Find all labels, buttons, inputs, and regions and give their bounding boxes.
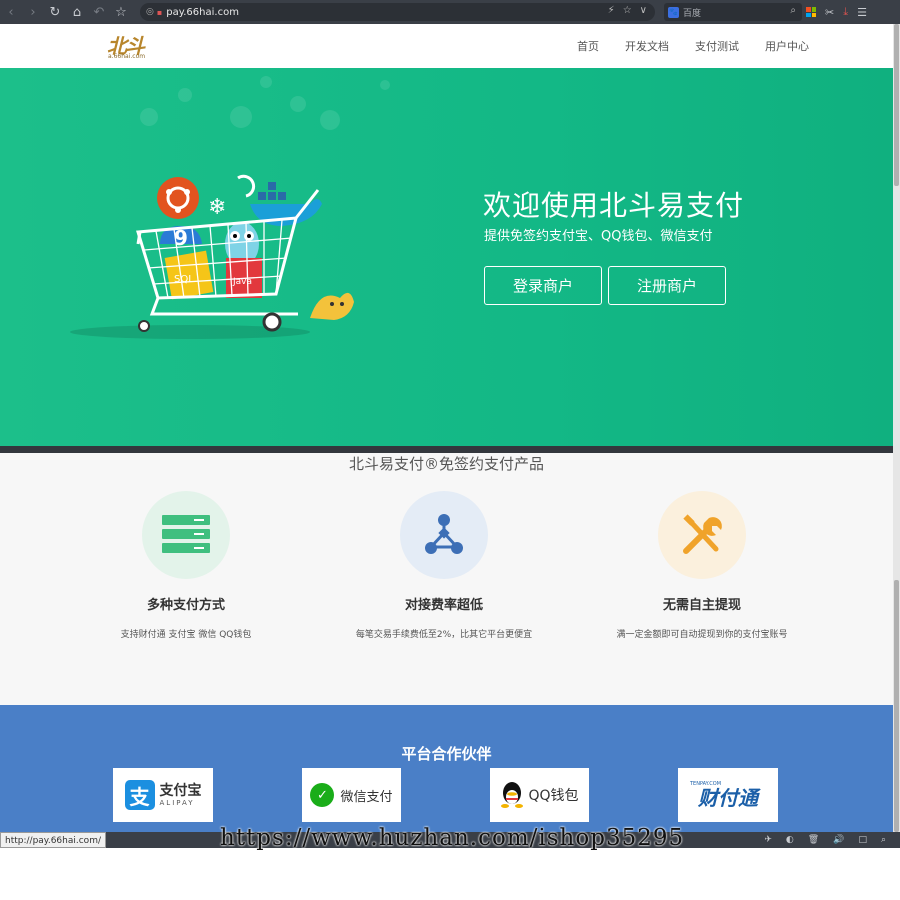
search-input[interactable]: 百度 — [683, 6, 701, 19]
status-url: http://pay.66hai.com/ — [0, 832, 106, 848]
menu-icon[interactable]: ☰ — [857, 6, 867, 19]
partner-qq-wallet-logo[interactable]: QQ钱包 — [490, 768, 589, 822]
feature-desc: 每笔交易手续费低至2%，比其它平台更便宜 — [355, 630, 533, 640]
wechat-icon: ✓ — [310, 783, 335, 807]
nav-docs[interactable]: 开发文档 — [625, 38, 669, 54]
hero-banner: ❄ 9 SQL Java 欢迎使用北斗易支付 提供免签约支付宝、QQ钱包、微信支… — [0, 68, 893, 446]
lightning-icon[interactable]: ⚡ — [608, 5, 615, 16]
feature-title: 无需自主提现 — [662, 598, 741, 613]
login-merchant-button[interactable]: 登录商户 — [484, 266, 602, 305]
apps-grid-icon[interactable] — [806, 7, 816, 17]
scrollbar-thumb[interactable] — [894, 24, 899, 186]
zoom-icon[interactable]: ⌕ — [881, 835, 886, 845]
scissors-icon[interactable]: ✂ — [825, 6, 834, 19]
alipay-icon: 支 — [124, 780, 155, 810]
products-title: 北斗易支付®免签约支付产品 — [348, 455, 544, 473]
decor-dot — [290, 96, 306, 112]
partners-section: 平台合作伙伴 支 支付宝 ALIPAY ✓ 微信支付 QQ钱包 TENPAY.C… — [0, 705, 893, 832]
forward-icon[interactable]: › — [22, 0, 44, 24]
feature-payment-methods: 多种支付方式 支持财付通 支付宝 微信 QQ钱包 — [66, 491, 306, 640]
favorite-star-icon[interactable]: ☆ — [623, 5, 632, 16]
address-text[interactable]: pay.66hai.com — [166, 7, 239, 18]
logo-subtext: a.66hai.com — [108, 53, 146, 60]
decor-dot — [260, 76, 272, 88]
site-logo[interactable]: 北斗 a.66hai.com — [107, 30, 157, 62]
nav-home[interactable]: 首页 — [577, 38, 599, 54]
reload-icon[interactable]: ↻ — [44, 0, 66, 24]
partner-name: 支付宝 — [159, 783, 202, 799]
decor-dot — [380, 80, 390, 90]
shopping-cart-illustration: ❄ 9 SQL Java — [70, 174, 354, 339]
dropdown-icon[interactable]: ∨ — [640, 5, 647, 16]
site-flag-icon: ▪ — [156, 7, 163, 17]
browser-toolbar: ‹ › ↻ ⌂ ↶ ☆ ◎ ▪ pay.66hai.com ⚡ ☆ ∨ 🐾 百度… — [0, 0, 900, 24]
decor-dot — [178, 88, 192, 102]
undo-icon[interactable]: ↶ — [88, 0, 110, 24]
speaker-icon[interactable]: 🔊 — [833, 835, 844, 845]
decor-dot — [140, 108, 158, 126]
feature-low-fee: 对接费率超低 每笔交易手续费低至2%，比其它平台更便宜 — [324, 491, 564, 640]
hero-title: 欢迎使用北斗易支付 — [483, 189, 745, 222]
watermark-text: https://www.huzhan.com/ishop35295 — [220, 825, 685, 851]
baidu-engine-icon[interactable]: 🐾 — [668, 6, 679, 18]
home-icon[interactable]: ⌂ — [66, 0, 88, 24]
partner-sub: ALIPAY — [159, 799, 195, 807]
partners-title: 平台合作伙伴 — [401, 745, 492, 763]
nav-pay-test[interactable]: 支付测试 — [695, 38, 739, 54]
qq-penguin-icon — [501, 782, 524, 808]
site-header: 北斗 a.66hai.com 首页 开发文档 支付测试 用户中心 — [0, 24, 893, 68]
window-icon[interactable]: □ — [858, 835, 867, 845]
decor-dot — [320, 110, 340, 130]
main-nav: 首页 开发文档 支付测试 用户中心 — [577, 24, 809, 68]
tools-icon — [658, 491, 746, 579]
address-bar[interactable]: ◎ ▪ pay.66hai.com ⚡ ☆ ∨ — [140, 3, 655, 21]
search-box[interactable]: 🐾 百度 ⌕ — [664, 3, 802, 21]
trash-icon[interactable]: 🗑 — [808, 835, 819, 845]
feature-auto-withdraw: 无需自主提现 满一定金额即可自动提现到你的支付宝账号 — [582, 491, 822, 640]
decor-dot — [230, 106, 252, 128]
partner-name: 微信支付 — [340, 789, 393, 805]
network-nodes-icon — [400, 491, 488, 579]
partner-tenpay-logo[interactable]: TENPAY.COM 财付通 — [678, 768, 778, 822]
feature-desc: 满一定金额即可自动提现到你的支付宝账号 — [616, 630, 788, 640]
feature-desc: 支持财付通 支付宝 微信 QQ钱包 — [120, 630, 252, 640]
hero-subtitle: 提供免签约支付宝、QQ钱包、微信支付 — [484, 229, 713, 244]
feature-title: 多种支付方式 — [146, 598, 225, 613]
scrollbar-thumb[interactable] — [894, 580, 899, 832]
download-icon[interactable]: ⤓ — [843, 5, 848, 19]
bookmark-star-icon[interactable]: ☆ — [110, 0, 132, 24]
svg-text:❄: ❄ — [208, 195, 226, 220]
products-section: 北斗易支付®免签约支付产品 多种支付方式 支持财付通 支付宝 微信 QQ钱包 对… — [0, 453, 893, 705]
nav-user-center[interactable]: 用户中心 — [765, 38, 809, 54]
security-shield-icon: ◎ — [146, 7, 154, 17]
partner-alipay-logo[interactable]: 支 支付宝 ALIPAY — [113, 768, 213, 822]
partner-name: QQ钱包 — [528, 788, 579, 804]
svg-text:SQL: SQL — [174, 274, 194, 285]
back-icon[interactable]: ‹ — [0, 0, 22, 24]
partner-name: 财付通 — [698, 786, 758, 810]
partner-wechat-pay-logo[interactable]: ✓ 微信支付 — [302, 768, 401, 822]
search-icon[interactable]: ⌕ — [790, 5, 796, 16]
server-stack-icon — [142, 491, 230, 579]
register-merchant-button[interactable]: 注册商户 — [608, 266, 726, 305]
history-icon[interactable]: ◐ — [786, 835, 794, 845]
page-scrollbar[interactable] — [893, 24, 900, 832]
rocket-icon[interactable]: ✈ — [764, 835, 772, 845]
feature-title: 对接费率超低 — [404, 598, 483, 613]
browser-window: ‹ › ↻ ⌂ ↶ ☆ ◎ ▪ pay.66hai.com ⚡ ☆ ∨ 🐾 百度… — [0, 0, 900, 900]
section-divider — [0, 446, 893, 453]
